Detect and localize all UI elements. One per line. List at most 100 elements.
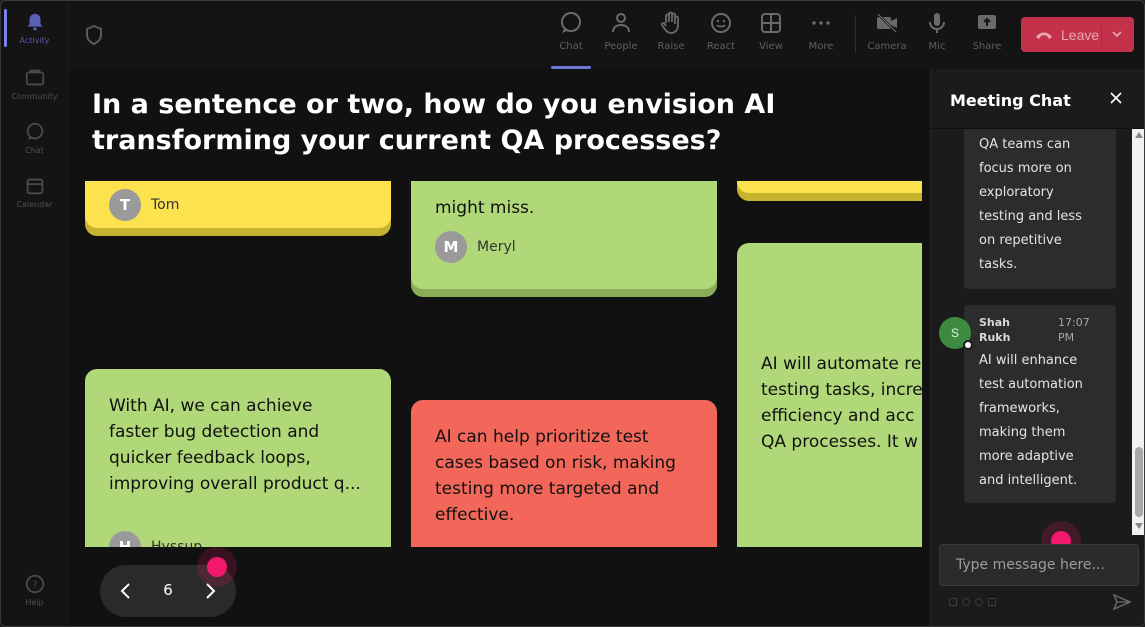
view-label: View — [759, 41, 783, 52]
react-button[interactable]: React — [698, 11, 744, 63]
smiley-icon — [711, 13, 731, 33]
answer-card[interactable] — [737, 181, 922, 193]
rail-item-label: Chat — [25, 146, 44, 155]
rail-item-label: Activity — [19, 36, 50, 45]
more-label: More — [808, 41, 834, 52]
mic-button[interactable]: Mic — [914, 11, 960, 63]
message-input[interactable] — [940, 545, 1138, 585]
rail-item-label: Community — [11, 92, 58, 101]
message-composer[interactable] — [939, 544, 1139, 586]
answer-board[interactable]: T Tom might miss. M Meryl AI will automa… — [85, 181, 922, 547]
attach-icon[interactable] — [962, 598, 970, 606]
answer-card[interactable]: With AI, we can achieve faster bug detec… — [85, 369, 391, 547]
answer-card[interactable]: AI can help prioritize test cases based … — [411, 400, 717, 547]
calendar-icon — [26, 178, 43, 195]
close-icon[interactable] — [1109, 91, 1123, 105]
message-sender: Shah Rukh — [979, 316, 1011, 344]
more-dots-icon — [812, 21, 830, 25]
chat-title: Meeting Chat — [950, 91, 1071, 110]
phone-hangup-icon — [1036, 32, 1052, 39]
leave-separator — [1101, 22, 1102, 47]
avatar: S — [939, 317, 973, 350]
sticker-icon[interactable] — [988, 598, 996, 606]
mic-label: Mic — [928, 41, 946, 52]
chat-toggle-button[interactable]: Chat — [548, 11, 594, 69]
author-name: Tom — [151, 197, 180, 213]
card-text: might miss. — [435, 198, 535, 218]
people-label: People — [604, 41, 638, 52]
page-number: 6 — [163, 581, 173, 599]
message-meta: Shah Rukh 17:07 PM — [979, 309, 1102, 345]
more-button[interactable]: More — [798, 11, 844, 63]
chevron-left-icon[interactable] — [116, 579, 136, 603]
chevron-right-icon[interactable] — [200, 579, 220, 603]
message-time: 17:07 PM — [1058, 316, 1090, 344]
rail-item-label: Calendar — [16, 200, 53, 209]
share-label: Share — [972, 41, 1002, 52]
rail-item-chat[interactable]: Chat — [1, 111, 68, 161]
avatar: M — [435, 231, 467, 263]
answer-card[interactable]: AI will automate re testing tasks, incre… — [737, 243, 922, 547]
scrollbar-thumb[interactable] — [1135, 447, 1143, 517]
share-screen-icon — [978, 15, 996, 29]
send-icon[interactable] — [1113, 593, 1131, 611]
chat-message: Shah Rukh 17:07 PM AI will enhance test … — [964, 305, 1116, 503]
scroll-down-arrow[interactable] — [1135, 523, 1143, 529]
message-text: AI will enhance test automation framewor… — [979, 353, 1083, 488]
hand-icon — [661, 11, 679, 34]
card-text: AI will automate re testing tasks, incre… — [761, 354, 922, 452]
bell-icon — [27, 13, 42, 31]
leave-label: Leave — [1061, 26, 1100, 43]
raise-hand-button[interactable]: Raise — [648, 11, 694, 63]
scroll-up-arrow[interactable] — [1135, 132, 1143, 138]
chat-scrollbar[interactable] — [1132, 129, 1144, 535]
person-icon — [612, 13, 630, 33]
people-button[interactable]: People — [598, 11, 644, 63]
author-name: Meryl — [477, 239, 516, 255]
react-label: React — [706, 41, 736, 52]
answer-card[interactable]: might miss. M Meryl — [411, 181, 717, 289]
help-icon: ? — [25, 574, 44, 594]
card-author: M Meryl — [435, 231, 516, 263]
chat-message-list[interactable]: QA teams can focus more on exploratory t… — [931, 129, 1144, 535]
view-button[interactable]: View — [748, 11, 794, 63]
card-text: With AI, we can achieve faster bug detec… — [109, 396, 361, 494]
chat-header: Meeting Chat — [931, 69, 1144, 129]
grid-icon — [761, 13, 781, 33]
app-rail: Activity Community Chat Calendar ? Help — [1, 1, 68, 626]
rail-item-activity[interactable]: Activity — [1, 1, 68, 51]
teams-meeting-window: Activity Community Chat Calendar ? Help … — [0, 0, 1145, 627]
rail-item-label: Help — [25, 598, 44, 607]
meeting-toolbar: Chat People Raise React View More Camera — [68, 1, 1144, 69]
presence-indicator — [963, 340, 973, 350]
message-text: QA teams can focus more on exploratory t… — [979, 137, 1082, 272]
camera-button[interactable]: Camera — [864, 11, 910, 63]
rail-item-help[interactable]: ? Help — [1, 563, 68, 613]
emoji-icon[interactable] — [975, 598, 983, 606]
community-icon — [25, 69, 44, 86]
question-title: In a sentence or two, how do you envisio… — [92, 89, 776, 156]
microphone-icon — [929, 13, 945, 33]
avatar: H — [109, 531, 141, 547]
meeting-chat-panel: Meeting Chat QA teams can focus more on … — [930, 69, 1144, 626]
svg-text:?: ? — [32, 580, 37, 591]
avatar: T — [109, 189, 141, 221]
rail-item-calendar[interactable]: Calendar — [1, 165, 68, 215]
toolbar-divider — [855, 15, 856, 53]
chat-icon — [561, 12, 581, 33]
chat-toggle-label: Chat — [559, 41, 583, 52]
format-icon[interactable] — [949, 598, 957, 606]
answer-card[interactable]: T Tom — [85, 181, 391, 228]
avatar-initial: S — [950, 326, 959, 340]
rail-item-community[interactable]: Community — [1, 57, 68, 107]
presentation-stage: In a sentence or two, how do you envisio… — [68, 69, 930, 626]
leave-button[interactable]: Leave — [1021, 17, 1134, 52]
chat-bubble-icon — [26, 122, 43, 141]
camera-off-icon — [877, 13, 897, 33]
shield-icon[interactable] — [85, 25, 103, 45]
laser-pointer-dot — [207, 557, 227, 577]
raise-hand-label: Raise — [657, 41, 685, 52]
chevron-down-icon[interactable] — [1111, 28, 1123, 40]
share-button[interactable]: Share — [964, 11, 1010, 63]
compose-toolbar — [949, 598, 996, 606]
